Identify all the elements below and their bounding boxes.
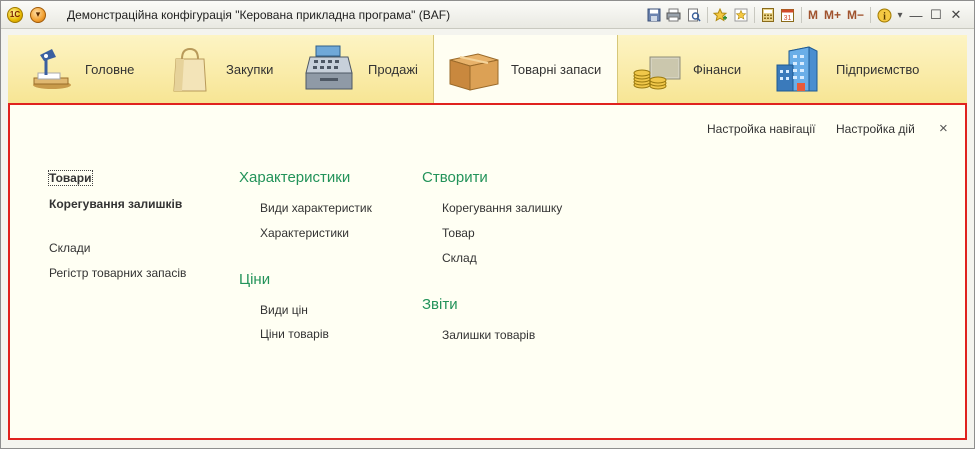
nav-item-warehouses[interactable]: Склади xyxy=(49,241,90,255)
nav-item-stock-adjustments[interactable]: Корегування залишків xyxy=(49,197,182,211)
title-toolbar: 31 M M+ M− i ▾ — ☐ ✕ xyxy=(644,5,966,25)
actions-settings-link[interactable]: Настройка дій xyxy=(836,122,915,136)
create-stock-adjustment-link[interactable]: Корегування залишку xyxy=(442,201,562,215)
section-main[interactable]: Головне xyxy=(8,35,158,103)
nav-item-inventory-register[interactable]: Регістр товарних запасів xyxy=(49,266,186,280)
memory-subtract-button[interactable]: M− xyxy=(844,8,867,22)
title-bar: 1С ▾ Демонстраційна конфігурація "Керова… xyxy=(1,1,974,29)
navigation-settings-link[interactable]: Настройка навігації xyxy=(707,122,815,136)
section-finance[interactable]: Фінанси xyxy=(616,35,759,103)
coins-icon xyxy=(632,47,682,94)
save-icon[interactable] xyxy=(644,5,664,25)
nav-item-goods[interactable]: Товари xyxy=(48,170,93,186)
section-inventory[interactable]: Товарні запаси xyxy=(433,35,618,104)
app-window: 1С ▾ Демонстраційна конфігурація "Керова… xyxy=(0,0,975,449)
nav-item-characteristic-types[interactable]: Види характеристик xyxy=(260,201,372,215)
report-stock-balances-link[interactable]: Залишки товарів xyxy=(442,328,535,342)
app-logo-icon[interactable]: 1С xyxy=(7,7,23,23)
section-content-panel: Настройка навігації Настройка дій × Това… xyxy=(8,103,967,440)
section-label: Закупки xyxy=(226,61,274,77)
nav-item-price-types[interactable]: Види цін xyxy=(260,303,308,317)
section-label: Головне xyxy=(85,61,135,77)
nav-item-goods-prices[interactable]: Ціни товарів xyxy=(260,327,329,341)
section-sales[interactable]: Продажі xyxy=(290,35,433,103)
toolbar-separator xyxy=(800,7,802,23)
minimize-button[interactable]: — xyxy=(906,5,926,25)
info-icon[interactable]: i xyxy=(874,5,894,25)
group-title-reports: Звіти xyxy=(422,296,458,313)
close-panel-icon[interactable]: × xyxy=(939,120,948,137)
calculator-icon[interactable] xyxy=(758,5,778,25)
shopping-bag-icon xyxy=(170,45,210,96)
close-window-button[interactable]: ✕ xyxy=(946,5,966,25)
section-purchases[interactable]: Закупки xyxy=(158,35,290,103)
cardboard-box-icon xyxy=(448,48,500,95)
print-preview-icon[interactable] xyxy=(684,5,704,25)
group-title-prices: Ціни xyxy=(239,271,271,288)
print-icon[interactable] xyxy=(664,5,684,25)
svg-text:i: i xyxy=(883,11,886,22)
favorites-icon[interactable] xyxy=(731,5,751,25)
add-to-favorites-icon[interactable] xyxy=(711,5,731,25)
section-label: Продажі xyxy=(368,61,418,77)
section-enterprise[interactable]: Підприємство xyxy=(759,35,967,103)
cash-register-icon xyxy=(302,43,356,96)
section-label: Фінанси xyxy=(693,61,742,77)
memory-add-button[interactable]: M+ xyxy=(821,8,844,22)
memory-store-button[interactable]: M xyxy=(805,8,821,22)
toolbar-separator xyxy=(753,7,755,23)
create-goods-link[interactable]: Товар xyxy=(442,226,475,240)
group-title-create: Створити xyxy=(422,169,488,186)
section-label: Підприємство xyxy=(836,61,920,77)
svg-text:31: 31 xyxy=(784,15,792,22)
nav-item-characteristics[interactable]: Характеристики xyxy=(260,226,349,240)
section-label: Товарні запаси xyxy=(511,62,602,77)
toolbar-separator xyxy=(706,7,708,23)
toolbar-separator xyxy=(870,7,871,23)
calendar-icon[interactable]: 31 xyxy=(778,5,798,25)
window-title: Демонстраційна конфігурація "Керована пр… xyxy=(67,8,451,22)
maximize-button[interactable]: ☐ xyxy=(926,5,946,25)
group-title-characteristics: Характеристики xyxy=(239,169,351,186)
office-building-icon xyxy=(775,45,821,96)
sections-panel: Головне Закупки Продажі Товарні запаси Ф… xyxy=(8,35,967,104)
main-menu-button[interactable]: ▾ xyxy=(30,7,46,23)
create-warehouse-link[interactable]: Склад xyxy=(442,251,477,265)
desk-lamp-icon xyxy=(30,45,76,94)
info-dropdown-icon[interactable]: ▾ xyxy=(894,5,906,25)
